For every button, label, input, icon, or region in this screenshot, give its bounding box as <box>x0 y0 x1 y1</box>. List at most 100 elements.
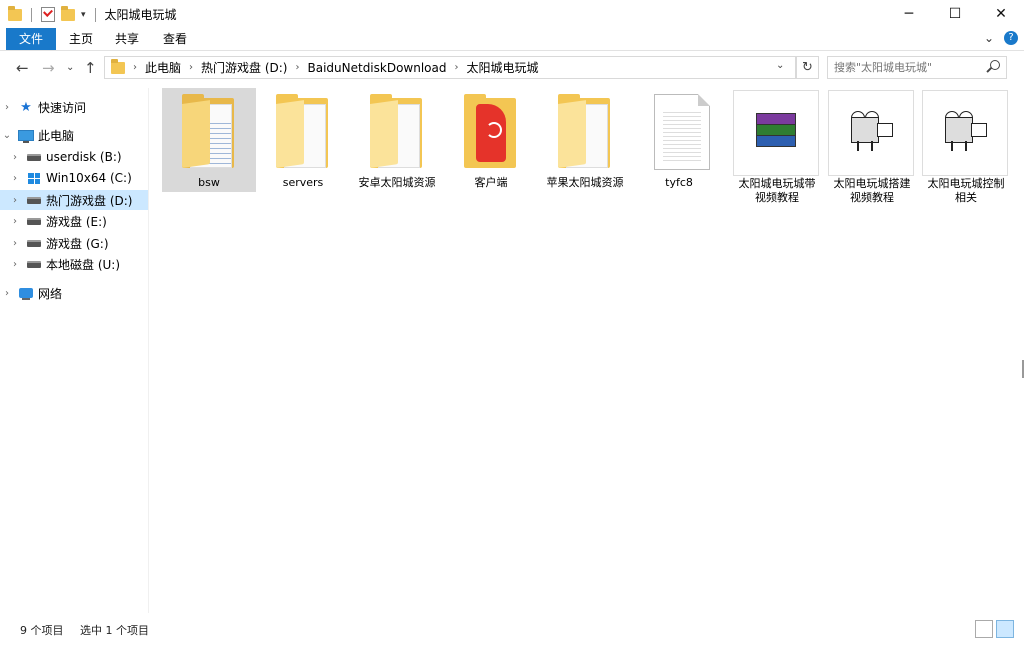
winrar-archive-icon <box>756 113 796 147</box>
help-icon[interactable]: ? <box>1004 31 1018 45</box>
expand-caret-icon[interactable]: › <box>0 288 14 299</box>
up-button[interactable]: ↑ <box>84 59 97 77</box>
maximize-button[interactable]: ☐ <box>932 0 978 28</box>
new-folder-icon[interactable] <box>61 5 75 21</box>
file-item-bsw[interactable]: bsw <box>162 88 256 192</box>
drive-icon <box>26 257 42 271</box>
file-name-line: 视频教程 <box>755 191 799 204</box>
ribbon: 文件 主页 共享 查看 ⌄ ? <box>0 28 1024 51</box>
folder-icon <box>182 94 236 170</box>
tab-home[interactable]: 主页 <box>62 28 100 50</box>
drive-icon <box>26 236 42 250</box>
item-count: 9 个项目 <box>20 624 64 637</box>
sidebar-item-network[interactable]: › 网络 <box>0 283 148 303</box>
expand-caret-icon[interactable]: › <box>8 216 22 227</box>
breadcrumb-baidunetdisk[interactable]: BaiduNetdiskDownload <box>307 61 446 75</box>
thumbnail-frame <box>828 90 914 176</box>
divider <box>31 7 32 22</box>
file-item-control-related[interactable]: 太阳电玩城控制 相关 <box>919 88 1013 204</box>
thumbnail-frame <box>922 90 1008 176</box>
expand-caret-icon[interactable]: › <box>0 102 14 113</box>
quick-access-toolbar: ▾ 太阳城电玩城 <box>8 5 177 23</box>
close-button[interactable]: ✕ <box>978 0 1024 28</box>
sidebar-item-userdisk-b[interactable]: › userdisk (B:) <box>0 147 148 167</box>
file-item-apple-resources[interactable]: 苹果太阳城资源 <box>538 88 632 192</box>
tab-share[interactable]: 共享 <box>110 28 144 50</box>
sidebar-item-label: 热门游戏盘 (D:) <box>46 193 133 208</box>
title-bar: ▾ 太阳城电玩城 ─ ☐ ✕ <box>0 0 1024 28</box>
breadcrumb-separator[interactable]: › <box>133 62 137 73</box>
file-name-line: 太阳电玩城搭建 <box>833 177 911 190</box>
window-title: 太阳城电玩城 <box>104 8 177 22</box>
sidebar-item-quick-access[interactable]: › ★ 快速访问 <box>0 97 148 117</box>
file-name: bsw <box>198 176 220 189</box>
breadcrumb-separator[interactable]: › <box>455 62 459 73</box>
breadcrumb-this-pc[interactable]: 此电脑 <box>145 59 181 76</box>
expand-caret-icon[interactable]: › <box>8 195 22 206</box>
sidebar-item-label: 游戏盘 (E:) <box>46 214 107 229</box>
sidebar-item-local-disk-u[interactable]: › 本地磁盘 (U:) <box>0 254 148 274</box>
document-icon <box>654 94 710 170</box>
divider <box>94 7 96 22</box>
sidebar-item-games-g[interactable]: › 游戏盘 (G:) <box>0 233 148 253</box>
tab-file[interactable]: 文件 <box>6 28 56 50</box>
folder-icon <box>8 5 22 21</box>
file-item-android-resources[interactable]: 安卓太阳城资源 <box>350 88 444 192</box>
sidebar-item-hot-games-d[interactable]: › 热门游戏盘 (D:) <box>0 190 148 210</box>
address-bar[interactable]: › 此电脑 › 热门游戏盘 (D:) › BaiduNetdiskDownloa… <box>104 56 796 79</box>
drive-icon <box>26 214 42 228</box>
search-icon[interactable] <box>990 60 1000 70</box>
details-view-button[interactable] <box>975 620 993 638</box>
file-item-tyfc8[interactable]: tyfc8 <box>632 88 726 192</box>
expand-caret-icon[interactable]: › <box>8 259 22 270</box>
folder-icon <box>370 94 424 170</box>
file-item-client[interactable]: 客户端 <box>444 88 538 192</box>
file-name-line: 视频教程 <box>850 191 894 204</box>
windows-drive-icon <box>26 171 42 185</box>
folder-icon <box>111 58 125 74</box>
file-item-setup-video-tutorial[interactable]: 太阳电玩城搭建 视频教程 <box>825 88 919 204</box>
expand-caret-icon[interactable]: › <box>8 238 22 249</box>
recent-locations-button[interactable]: ⌄ <box>66 62 74 73</box>
breadcrumb-separator[interactable]: › <box>189 62 193 73</box>
expand-ribbon-button[interactable]: ⌄ <box>984 31 994 45</box>
folder-icon <box>276 94 330 170</box>
expand-caret-icon[interactable]: › <box>8 152 22 163</box>
breadcrumb-separator[interactable]: › <box>295 62 299 73</box>
sidebar-item-games-e[interactable]: › 游戏盘 (E:) <box>0 211 148 231</box>
file-name-line: 太阳电玩城控制 <box>927 177 1005 190</box>
breadcrumb-current[interactable]: 太阳城电玩城 <box>467 59 539 76</box>
minimize-button[interactable]: ─ <box>886 0 932 28</box>
large-icons-view-button[interactable] <box>996 620 1014 638</box>
expand-caret-icon[interactable]: › <box>8 173 22 184</box>
sidebar-item-label: 游戏盘 (G:) <box>46 236 109 251</box>
breadcrumb-drive-d[interactable]: 热门游戏盘 (D:) <box>201 59 287 76</box>
sidebar-item-this-pc[interactable]: ⌄ 此电脑 <box>0 125 148 145</box>
customize-toolbar-icon[interactable]: ▾ <box>81 10 86 20</box>
network-icon <box>18 286 34 300</box>
sidebar-item-win10x64-c[interactable]: › Win10x64 (C:) <box>0 168 148 188</box>
file-name: 安卓太阳城资源 <box>358 176 436 189</box>
sidebar-item-label: userdisk (B:) <box>46 150 122 164</box>
file-name-line: 相关 <box>955 191 977 204</box>
search-box[interactable] <box>827 56 1007 79</box>
navigation-pane: › ★ 快速访问 ⌄ 此电脑 › userdisk (B:) › Win10x6… <box>0 88 149 613</box>
video-camera-icon <box>847 111 895 151</box>
search-input[interactable] <box>828 60 986 75</box>
sidebar-item-label: Win10x64 (C:) <box>46 171 132 185</box>
app-icon <box>476 104 506 162</box>
properties-icon[interactable] <box>41 7 55 22</box>
file-item-video-tutorial-archive[interactable]: 太阳城电玩城带 视频教程 <box>730 88 824 204</box>
forward-button[interactable]: → <box>42 59 55 77</box>
computer-icon <box>18 128 34 143</box>
refresh-button[interactable]: ↻ <box>796 56 819 79</box>
collapse-caret-icon[interactable]: ⌄ <box>0 130 14 141</box>
address-history-dropdown[interactable]: ⌄ <box>776 60 784 71</box>
drive-icon <box>26 193 42 207</box>
file-name: 苹果太阳城资源 <box>546 176 624 189</box>
back-button[interactable]: ← <box>16 59 29 77</box>
tab-view[interactable]: 查看 <box>158 28 192 50</box>
drive-icon <box>26 150 42 164</box>
file-item-servers[interactable]: servers <box>256 88 350 192</box>
status-bar: 9 个项目 选中 1 个项目 <box>0 616 1024 646</box>
